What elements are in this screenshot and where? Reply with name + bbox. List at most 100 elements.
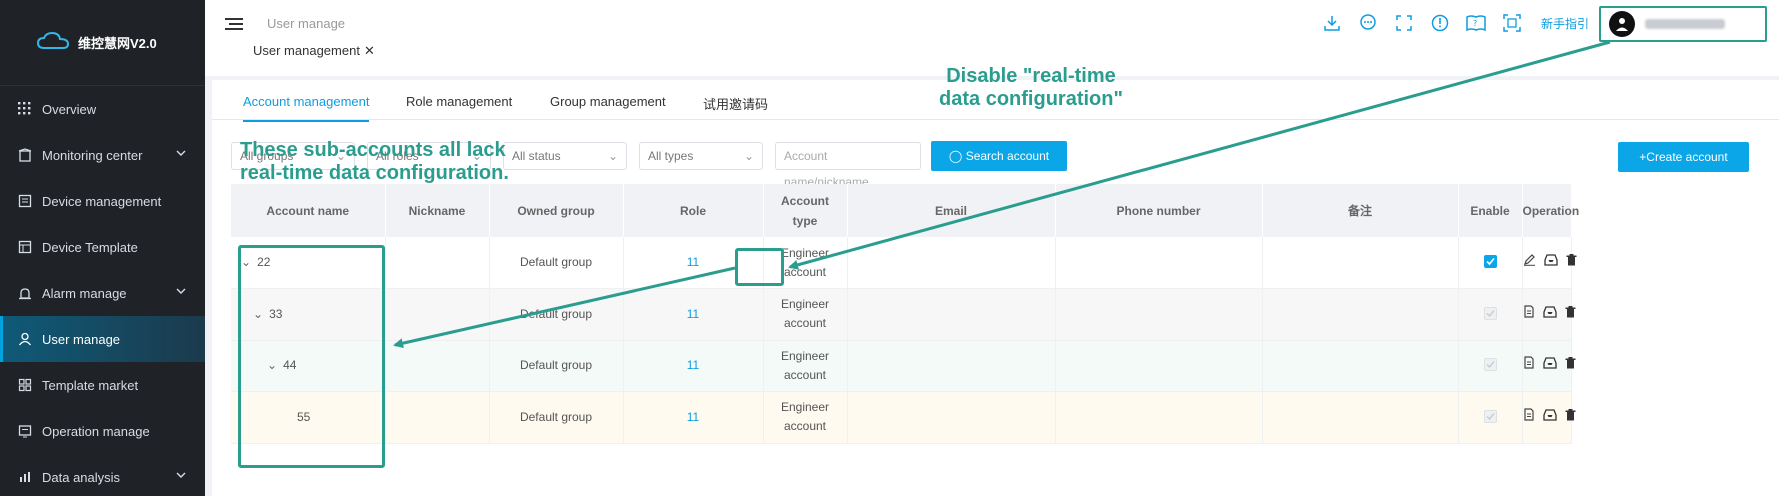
open-tab-user-management[interactable]: User management ✕ <box>253 43 375 59</box>
trash-icon[interactable] <box>1565 305 1576 324</box>
annotation-highlight-accounts <box>238 245 385 468</box>
sidebar-item-data-analysis[interactable]: Data analysis <box>0 454 205 496</box>
create-account-button[interactable]: +Create account <box>1618 142 1749 172</box>
enable-checkbox[interactable] <box>1483 255 1497 268</box>
chat-icon[interactable] <box>1357 12 1379 34</box>
sidebar-item-label: Alarm manage <box>42 285 127 301</box>
table-row[interactable]: ⌄ 22 Default group 11 Engineer account <box>231 237 1576 289</box>
col-account-type-line2: type <box>792 213 818 228</box>
close-icon[interactable]: ✕ <box>364 43 375 58</box>
inbox-icon[interactable] <box>1542 408 1557 427</box>
table-row[interactable]: ⌄ 44 Default group 11 Engineer account <box>231 340 1575 392</box>
tab-account-management[interactable]: Account management <box>243 94 370 122</box>
inbox-icon[interactable] <box>1543 253 1558 272</box>
search-account-button[interactable]: ◯ Search account <box>931 141 1067 171</box>
sidebar-item-label: Device Template <box>42 239 138 255</box>
qrcode-icon[interactable] <box>1501 12 1523 34</box>
annotation-disable-line2: data configuration" <box>939 88 1123 110</box>
col-account-name[interactable]: Account name <box>231 184 386 237</box>
cell-email <box>847 288 1056 341</box>
help-book-icon[interactable]: ? <box>1465 12 1487 34</box>
trash-icon[interactable] <box>1565 356 1576 375</box>
account-type-line1: Engineer <box>780 245 830 260</box>
header-toolbar: ? 新手指引 <box>1321 12 1589 34</box>
account-type-line1: Engineer <box>780 348 830 363</box>
sidebar-item-alarm-manage[interactable]: Alarm manage <box>0 270 205 316</box>
edit-icon[interactable] <box>1523 253 1536 272</box>
account-type-line2: account <box>783 419 827 434</box>
tab-group-management[interactable]: Group management <box>550 94 666 109</box>
detail-doc-icon[interactable] <box>1523 305 1535 324</box>
detail-doc-icon[interactable] <box>1523 356 1535 375</box>
annotation-disable-realtime: Disable "real-time data configuration" <box>921 65 1141 111</box>
username-blurred <box>1645 19 1725 29</box>
col-phone: Phone number <box>1055 184 1263 237</box>
annotation-lack-line1: These sub-accounts all lack <box>240 139 506 161</box>
sidebar-item-operation-manage[interactable]: Operation manage <box>0 408 205 454</box>
alarm-icon <box>18 286 32 300</box>
col-operation: Operation <box>1522 184 1579 237</box>
role-link[interactable]: 11 <box>687 358 699 372</box>
fullscreen-icon[interactable] <box>1393 12 1415 34</box>
download-icon[interactable] <box>1321 12 1343 34</box>
status-select[interactable]: All status ⌄ <box>503 142 627 170</box>
device-icon <box>18 194 32 208</box>
app-name: 维控慧网V2.0 <box>78 36 157 51</box>
user-menu[interactable] <box>1599 6 1767 42</box>
trash-icon[interactable] <box>1566 253 1577 272</box>
tab-role-management[interactable]: Role management <box>406 94 512 109</box>
sidebar: 维控慧网V2.0 Overview Monitoring center Device… <box>0 0 205 496</box>
cell-remark <box>1262 340 1459 392</box>
col-owned-group: Owned group <box>489 184 624 237</box>
cell-account-type: Engineer account <box>763 340 848 392</box>
search-input[interactable]: Account name/nickname <box>775 142 921 189</box>
sidebar-item-label: Template market <box>42 377 139 393</box>
sidebar-item-device-template[interactable]: Device Template <box>0 224 205 270</box>
type-select[interactable]: All types ⌄ <box>639 142 763 170</box>
info-icon[interactable] <box>1429 12 1451 34</box>
chevron-down-icon <box>175 147 187 162</box>
sidebar-item-label: Operation manage <box>42 423 150 439</box>
type-select-value: All types <box>648 149 694 163</box>
role-link[interactable]: 11 <box>687 255 699 269</box>
role-link[interactable]: 11 <box>687 307 699 321</box>
table-row[interactable]: ⌄ 33 Default group 11 Engineer account <box>231 288 1575 341</box>
sidebar-item-overview[interactable]: Overview <box>0 86 205 132</box>
inbox-icon[interactable] <box>1542 305 1557 324</box>
app-logo[interactable]: 维控慧网V2.0 <box>0 0 205 86</box>
detail-doc-icon[interactable] <box>1523 408 1535 427</box>
sidebar-item-user-manage[interactable]: User manage <box>0 316 205 362</box>
cell-enable <box>1458 288 1523 341</box>
enable-checkbox[interactable] <box>1483 306 1497 320</box>
enable-checkbox[interactable] <box>1483 409 1497 423</box>
beginner-guide-link[interactable]: 新手指引 <box>1541 15 1589 32</box>
account-type-line2: account <box>783 367 827 382</box>
annotation-subaccounts-lack: These sub-accounts all lack real-time da… <box>240 139 509 185</box>
building-icon <box>18 148 32 162</box>
svg-text:?: ? <box>1473 19 1477 28</box>
cell-role: 11 <box>623 340 764 392</box>
sidebar-item-monitoring-center[interactable]: Monitoring center <box>0 132 205 178</box>
tab-trial-invite-code[interactable]: 试用邀请码 <box>703 94 768 113</box>
col-enable: Enable <box>1458 184 1523 237</box>
search-account-label: Search account <box>965 149 1050 163</box>
trash-icon[interactable] <box>1565 408 1576 427</box>
breadcrumb[interactable]: User manage <box>267 16 345 31</box>
user-icon <box>18 332 32 346</box>
sidebar-item-template-market[interactable]: Template market <box>0 362 205 408</box>
cell-enable <box>1458 340 1523 392</box>
operation-icon <box>18 424 32 438</box>
chevron-down-icon: ⌄ <box>743 149 754 163</box>
role-link[interactable]: 11 <box>687 410 699 424</box>
col-email: Email <box>847 184 1056 237</box>
menu-toggle-icon[interactable] <box>225 16 243 35</box>
cell-owned-group: Default group <box>489 288 624 341</box>
inbox-icon[interactable] <box>1542 356 1557 375</box>
sidebar-item-device-management[interactable]: Device management <box>0 178 205 224</box>
cloud-logo-icon <box>36 31 70 54</box>
sidebar-item-label: Monitoring center <box>42 147 143 163</box>
cell-operation <box>1522 237 1576 289</box>
table-row[interactable]: 55 Default group 11 Engineer account <box>231 391 1575 444</box>
cell-nickname <box>385 391 490 444</box>
enable-checkbox[interactable] <box>1483 358 1497 372</box>
